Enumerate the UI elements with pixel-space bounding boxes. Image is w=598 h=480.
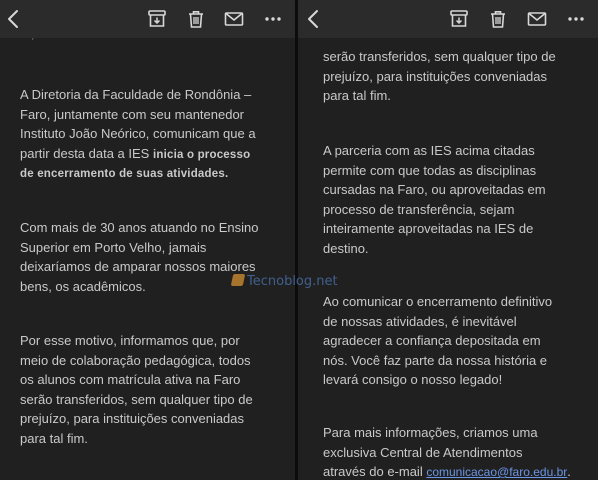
text-line: agradecer a confiança depositada em <box>323 333 541 348</box>
paragraph-contact: Para mais informações, criamos uma exclu… <box>323 423 571 480</box>
clipped-text: ..., <box>20 38 34 41</box>
text-line: serão transferidos, sem qualquer tipo de <box>20 391 253 407</box>
bold-text: inicia o processo <box>152 148 251 161</box>
email-pane-left: ..., A Diretoria da Faculdade de Rondôni… <box>0 0 295 480</box>
email-link[interactable]: comunicacao@faro.edu.br <box>426 465 567 479</box>
text-line: cursadas na Faro, ou aproveitadas em <box>323 182 546 197</box>
text-line: destino. <box>323 240 369 256</box>
text-line: Faro, juntamente com seu mantenedor <box>20 106 245 122</box>
text-fragment: através do e-mail <box>323 464 427 479</box>
text-line: A parceria com as IES acima citadas <box>323 143 535 158</box>
bold-text: de encerramento de suas atividades. <box>20 168 229 180</box>
watermark: Tecnoblog.net <box>230 274 338 289</box>
paragraph-transfer-continued: serão transferidos, sem qualquer tipo de… <box>323 47 556 106</box>
email-pane-right: serão transferidos, sem qualquer tipo de… <box>298 0 598 480</box>
text-line: deixaríamos de amparar nossos maiores <box>20 259 256 274</box>
text-line: os alunos com matrícula ativa na Faro <box>20 372 241 387</box>
email-body-right: serão transferidos, sem qualquer tipo de… <box>298 38 598 480</box>
mail-icon[interactable] <box>223 8 245 30</box>
trash-icon[interactable] <box>185 8 207 30</box>
text-line: partir desta data a IES inicia o process… <box>20 144 256 166</box>
watermark-logo-icon <box>230 274 246 286</box>
watermark-text: Tecnoblog.net <box>247 274 338 289</box>
text-line: bens, os acadêmicos. <box>20 278 146 294</box>
mail-icon[interactable] <box>526 8 548 30</box>
text-line: A Diretoria da Faculdade de Rondônia – <box>20 87 252 102</box>
text-line: Ao comunicar o encerramento definitivo <box>323 294 553 309</box>
text-line: meio de colaboração pedagógica, todos <box>20 352 251 368</box>
text-line: para tal fim. <box>323 88 391 103</box>
text-line: prejuízo, para instituições conveniadas <box>20 411 245 426</box>
text-fragment: . <box>567 464 571 479</box>
text-line: inteiramente aproveitadas na IES de <box>323 221 534 236</box>
archive-icon[interactable] <box>146 8 168 30</box>
email-body-left: ..., A Diretoria da Faculdade de Rondôni… <box>0 38 295 480</box>
paragraph-transfer: Por esse motivo, informamos que, por mei… <box>20 331 253 448</box>
text-line: processo de transferência, sejam <box>323 201 515 217</box>
toolbar <box>298 0 598 38</box>
text-line: Instituto João Neórico, comunicam que a <box>20 126 256 141</box>
back-icon[interactable] <box>3 8 25 30</box>
text-line: Superior em Porto Velho, jamais <box>20 239 207 255</box>
text-line: através do e-mail comunicacao@faro.edu.b… <box>323 462 571 480</box>
text-line: Por esse motivo, informamos que, por <box>20 333 240 348</box>
text-line: nós. Você faz parte da nossa história e <box>323 352 548 368</box>
back-icon[interactable] <box>303 8 325 30</box>
more-icon[interactable] <box>565 8 587 30</box>
text-line: exclusiva Central de Atendimentos <box>323 444 523 460</box>
trash-icon[interactable] <box>487 8 509 30</box>
archive-icon[interactable] <box>448 8 470 30</box>
text-line: prejuízo, para instituições conveniadas <box>323 68 548 84</box>
text-line: Para mais informações, criamos uma <box>323 425 538 440</box>
text-line: de nossas atividades, é inevitável <box>323 313 517 329</box>
text-line: serão transferidos, sem qualquer tipo de <box>323 49 556 64</box>
text-line: levará consigo o nosso legado! <box>323 372 503 387</box>
more-icon[interactable] <box>262 8 284 30</box>
paragraph-history: Com mais de 30 anos atuando no Ensino Su… <box>20 218 259 296</box>
toolbar <box>0 0 295 38</box>
paragraph-partnership: A parceria com as IES acima citadas perm… <box>323 141 546 258</box>
paragraph-announcement: A Diretoria da Faculdade de Rondônia – F… <box>20 85 256 185</box>
paragraph-closing: Ao comunicar o encerramento definitivo d… <box>323 292 552 390</box>
text-line: Com mais de 30 anos atuando no Ensino <box>20 220 259 235</box>
text-line: permite com que todas as disciplinas <box>323 162 537 178</box>
text-fragment: partir desta data a IES <box>20 145 153 161</box>
text-line: para tal fim. <box>20 430 88 446</box>
